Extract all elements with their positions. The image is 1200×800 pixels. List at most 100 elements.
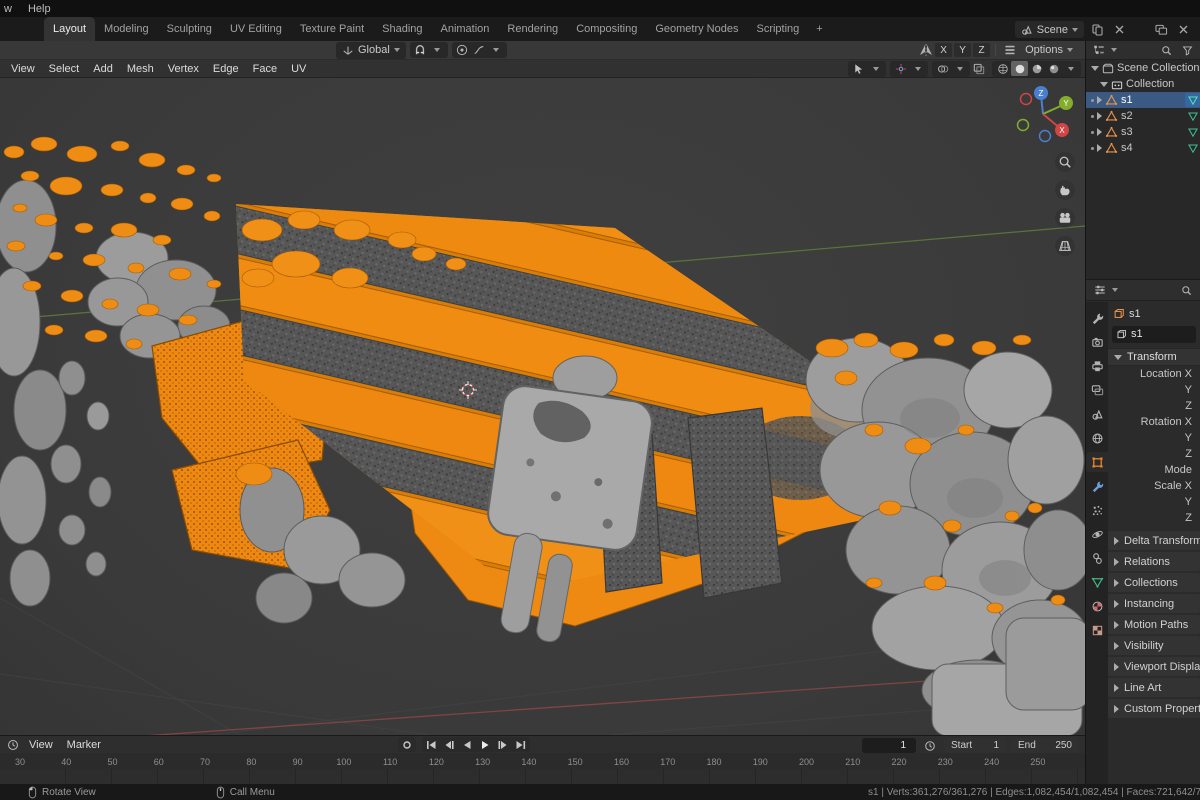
- properties-editor-icon[interactable]: [1091, 282, 1109, 299]
- proportional-edit-icon[interactable]: [454, 43, 471, 58]
- scanned-mesh-model[interactable]: [0, 78, 1085, 735]
- selectability-icon[interactable]: [850, 61, 867, 76]
- outliner-row-s3[interactable]: s3: [1086, 124, 1200, 140]
- section-line-art[interactable]: Line Art: [1108, 678, 1200, 697]
- tab-layout[interactable]: Layout: [44, 17, 95, 41]
- tab-shading[interactable]: Shading: [373, 17, 431, 41]
- proportional-falloff-dropdown[interactable]: [471, 43, 488, 58]
- tab-modeling[interactable]: Modeling: [95, 17, 158, 41]
- snap-magnet-icon[interactable]: [412, 43, 429, 58]
- jump-to-start-button[interactable]: [422, 737, 440, 752]
- add-workspace-button[interactable]: +: [808, 17, 830, 41]
- mesh-data-icon[interactable]: [1185, 141, 1200, 155]
- tab-rendering[interactable]: Rendering: [498, 17, 567, 41]
- section-delta-transform[interactable]: Delta Transform: [1108, 531, 1200, 550]
- 3d-viewport[interactable]: Z Y X: [0, 78, 1085, 735]
- zoom-icon[interactable]: [1055, 152, 1075, 172]
- chevron-down-icon[interactable]: [1112, 288, 1118, 292]
- tab-texture-properties[interactable]: [1086, 620, 1108, 640]
- frame-end-field[interactable]: End 250: [1011, 738, 1079, 753]
- pan-hand-icon[interactable]: [1055, 180, 1075, 200]
- perspective-grid-icon[interactable]: [1055, 236, 1075, 256]
- tool-settings-icon[interactable]: [1001, 42, 1019, 59]
- outliner-row-s2[interactable]: s2: [1086, 108, 1200, 124]
- menu-face[interactable]: Face: [246, 63, 284, 75]
- expand-icon[interactable]: [1097, 128, 1102, 136]
- view-layer-icon[interactable]: [1152, 21, 1170, 38]
- menu-view[interactable]: View: [4, 63, 42, 75]
- mesh-data-icon[interactable]: [1185, 125, 1200, 139]
- unlink-scene-button[interactable]: [1110, 21, 1128, 38]
- tab-tool-properties[interactable]: [1086, 308, 1108, 328]
- timeline-ruler[interactable]: 30 40 50 60 70 80 90 100 110 120 130 140…: [6, 754, 1052, 769]
- tab-scene-properties[interactable]: [1086, 404, 1108, 424]
- chevron-down-icon[interactable]: [909, 61, 926, 76]
- search-icon[interactable]: [1177, 282, 1195, 299]
- current-frame-field[interactable]: 1: [862, 738, 916, 753]
- outliner-row-s1[interactable]: s1: [1086, 92, 1200, 108]
- filter-icon[interactable]: [1178, 42, 1196, 59]
- tab-uv-editing[interactable]: UV Editing: [221, 17, 291, 41]
- outliner-row-s4[interactable]: s4: [1086, 140, 1200, 156]
- show-overlays-icon[interactable]: [934, 61, 951, 76]
- transform-panel-header[interactable]: Transform: [1108, 348, 1200, 366]
- object-name-field[interactable]: s1: [1112, 326, 1196, 343]
- menu-uv[interactable]: UV: [284, 63, 313, 75]
- section-motion-paths[interactable]: Motion Paths: [1108, 615, 1200, 634]
- tab-particle-properties[interactable]: [1086, 500, 1108, 520]
- remove-view-layer-button[interactable]: [1174, 21, 1192, 38]
- menu-vertex[interactable]: Vertex: [161, 63, 206, 75]
- tab-data-properties[interactable]: [1086, 572, 1108, 592]
- frame-start-field[interactable]: Start 1: [944, 738, 1006, 753]
- auto-keyframe-button[interactable]: [398, 737, 416, 752]
- use-preview-range-icon[interactable]: [921, 737, 939, 754]
- section-instancing[interactable]: Instancing: [1108, 594, 1200, 613]
- shading-wireframe-icon[interactable]: [994, 61, 1011, 76]
- show-gizmo-icon[interactable]: [892, 61, 909, 76]
- next-keyframe-button[interactable]: [494, 737, 512, 752]
- menu-mesh[interactable]: Mesh: [120, 63, 161, 75]
- tab-texture-paint[interactable]: Texture Paint: [291, 17, 373, 41]
- toggle-xray-icon[interactable]: [970, 60, 988, 77]
- play-button[interactable]: [476, 737, 494, 752]
- menu-select[interactable]: Select: [42, 63, 87, 75]
- chevron-down-icon[interactable]: [1111, 48, 1117, 52]
- menu-add[interactable]: Add: [86, 63, 120, 75]
- section-visibility[interactable]: Visibility: [1108, 636, 1200, 655]
- tab-modifier-properties[interactable]: [1086, 476, 1108, 496]
- timeline-track-area[interactable]: [0, 769, 1085, 785]
- menu-edge[interactable]: Edge: [206, 63, 246, 75]
- transform-orientation-dropdown[interactable]: Global: [336, 42, 406, 59]
- expand-icon[interactable]: [1091, 66, 1099, 71]
- section-relations[interactable]: Relations: [1108, 552, 1200, 571]
- section-custom-properties[interactable]: Custom Properties: [1108, 699, 1200, 718]
- chevron-down-icon[interactable]: [488, 43, 505, 58]
- outliner-editor-icon[interactable]: [1090, 42, 1108, 59]
- expand-icon[interactable]: [1100, 82, 1108, 87]
- shading-rendered-icon[interactable]: [1045, 61, 1062, 76]
- section-viewport-display[interactable]: Viewport Display: [1108, 657, 1200, 676]
- new-scene-button[interactable]: [1088, 21, 1106, 38]
- expand-icon[interactable]: [1097, 96, 1102, 104]
- tab-compositing[interactable]: Compositing: [567, 17, 646, 41]
- snap-options-dropdown[interactable]: [429, 43, 446, 58]
- menu-help[interactable]: Help: [28, 3, 51, 15]
- prev-keyframe-button[interactable]: [440, 737, 458, 752]
- tab-world-properties[interactable]: [1086, 428, 1108, 448]
- mirror-y-toggle[interactable]: Y: [954, 43, 971, 57]
- tab-render-properties[interactable]: [1086, 332, 1108, 352]
- play-reverse-button[interactable]: [458, 737, 476, 752]
- tab-material-properties[interactable]: [1086, 596, 1108, 616]
- options-dropdown[interactable]: Options: [1019, 42, 1079, 59]
- tab-geometry-nodes[interactable]: Geometry Nodes: [646, 17, 747, 41]
- tab-scripting[interactable]: Scripting: [747, 17, 808, 41]
- scene-selector[interactable]: Scene: [1015, 21, 1084, 38]
- view-axis-gizmo[interactable]: Z Y X: [1015, 84, 1077, 146]
- timeline-menu-view[interactable]: View: [22, 739, 60, 751]
- chevron-down-icon[interactable]: [1062, 61, 1079, 76]
- expand-icon[interactable]: [1097, 144, 1102, 152]
- expand-icon[interactable]: [1097, 112, 1102, 120]
- outliner-row-scene-collection[interactable]: Scene Collection: [1086, 60, 1200, 76]
- outliner-row-collection[interactable]: Collection: [1086, 76, 1200, 92]
- timeline-menu-marker[interactable]: Marker: [60, 739, 108, 751]
